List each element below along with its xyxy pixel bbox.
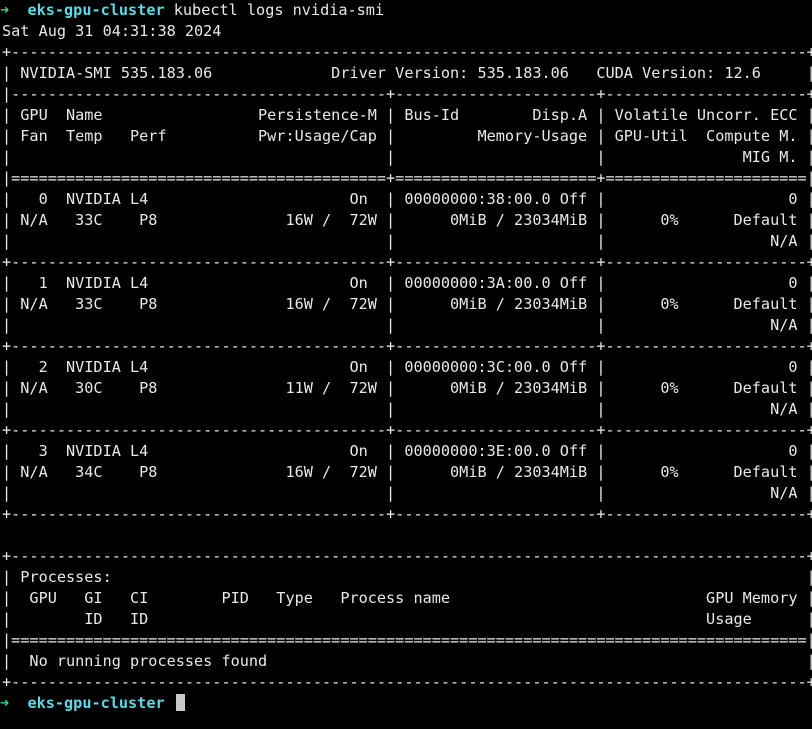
output-line: | Fan Temp Perf Pwr:Usage/Cap | Memory-U…	[2, 127, 812, 145]
output-line: | | | MIG M. |	[2, 148, 812, 166]
text-cursor[interactable]	[175, 694, 185, 711]
output-line: |=======================================…	[2, 631, 812, 649]
output-line: | ID ID Usage |	[2, 610, 812, 628]
output-line: |---------------------------------------…	[2, 85, 812, 103]
output-line: | N/A 33C P8 16W / 72W | 0MiB / 23034MiB…	[2, 211, 812, 229]
output-line: | 2 NVIDIA L4 On | 00000000:3C:00.0 Off …	[2, 358, 812, 376]
output-line: | | | N/A |	[2, 232, 812, 250]
output-line: | GPU Name Persistence-M | Bus-Id Disp.A…	[2, 106, 812, 124]
cluster-name: eks-gpu-cluster	[27, 1, 165, 19]
output-line: | | | N/A |	[2, 400, 812, 418]
output-line: | N/A 30C P8 11W / 72W | 0MiB / 23034MiB…	[2, 379, 812, 397]
cluster-name: eks-gpu-cluster	[27, 694, 165, 712]
output-line: +---------------------------------------…	[2, 505, 812, 523]
output-line: | N/A 33C P8 16W / 72W | 0MiB / 23034MiB…	[2, 295, 812, 313]
output-line: +---------------------------------------…	[2, 421, 812, 439]
command-text: kubectl logs nvidia-smi	[173, 1, 385, 19]
output-line: | 3 NVIDIA L4 On | 00000000:3E:00.0 Off …	[2, 442, 812, 460]
output-line: +---------------------------------------…	[2, 43, 812, 61]
output-line: | | | N/A |	[2, 316, 812, 334]
prompt-arrow-icon: ➜	[0, 694, 10, 712]
output-line: +---------------------------------------…	[2, 547, 812, 565]
output-line: |=======================================…	[2, 169, 812, 187]
output-line: Sat Aug 31 04:31:38 2024	[2, 22, 222, 40]
output-line: | NVIDIA-SMI 535.183.06 Driver Version: …	[2, 64, 812, 82]
output-line: +---------------------------------------…	[2, 253, 812, 271]
active-prompt-line[interactable]: ➜ eks-gpu-cluster	[0, 693, 812, 714]
terminal-window[interactable]: ➜ eks-gpu-cluster kubectl logs nvidia-sm…	[0, 0, 812, 729]
prompt-arrow-icon: ➜	[0, 1, 10, 19]
command-output: Sat Aug 31 04:31:38 2024 +--------------…	[0, 21, 812, 693]
output-line: | No running processes found |	[2, 652, 812, 670]
output-line: | | | N/A |	[2, 484, 812, 502]
output-line: +---------------------------------------…	[2, 673, 812, 691]
output-line: | GPU GI CI PID Type Process name GPU Me…	[2, 589, 812, 607]
output-line: | 0 NVIDIA L4 On | 00000000:38:00.0 Off …	[2, 190, 812, 208]
command-prompt-line: ➜ eks-gpu-cluster kubectl logs nvidia-sm…	[0, 0, 812, 21]
output-line: | Processes: |	[2, 568, 812, 586]
output-line: +---------------------------------------…	[2, 337, 812, 355]
output-line: | 1 NVIDIA L4 On | 00000000:3A:00.0 Off …	[2, 274, 812, 292]
output-line: | N/A 34C P8 16W / 72W | 0MiB / 23034MiB…	[2, 463, 812, 481]
